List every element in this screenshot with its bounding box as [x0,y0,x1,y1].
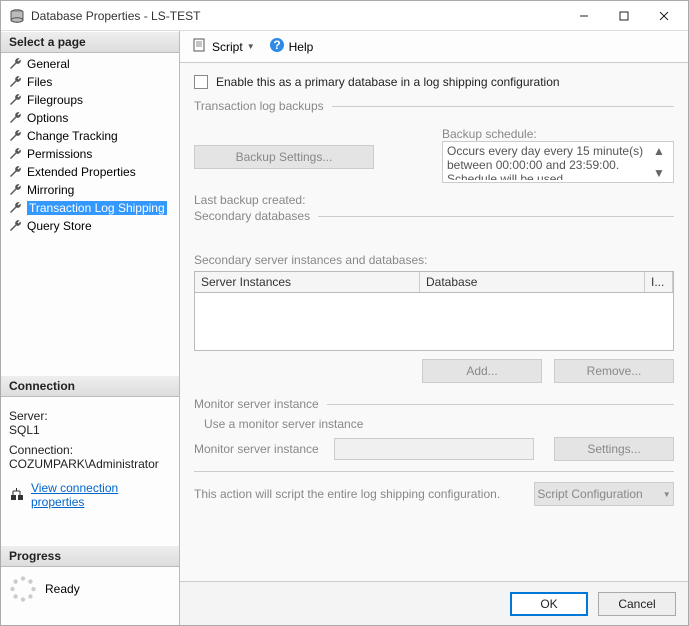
connection-panel: Server: SQL1 Connection: COZUMPARK\Admin… [1,397,179,515]
script-configuration-label: Script Configuration [537,487,642,501]
secondary-grid-header: Server Instances Database I... [194,271,674,293]
wrench-icon [7,92,23,108]
nav-item-label: Query Store [27,219,92,233]
nav-item-label: Options [27,111,68,125]
help-icon: ? [269,37,285,56]
nav-item-label: Filegroups [27,93,83,107]
script-note: This action will script the entire log s… [194,487,524,501]
progress-value: Ready [45,582,80,596]
scroll-down-icon[interactable]: ▼ [653,166,669,180]
nav-item-change-tracking[interactable]: Change Tracking [1,127,179,145]
backup-settings-button[interactable]: Backup Settings... [194,145,374,169]
script-label: Script [212,40,243,54]
help-label: Help [289,40,314,54]
connection-value: COZUMPARK\Administrator [9,457,171,471]
window-title: Database Properties - LS-TEST [31,9,564,23]
script-configuration-button[interactable]: Script Configuration ▼ [534,482,674,506]
script-button[interactable]: Script ▼ [188,35,259,58]
close-button[interactable] [644,2,684,30]
nav-item-permissions[interactable]: Permissions [1,145,179,163]
nav-item-label: Permissions [27,147,92,161]
maximize-button[interactable] [604,2,644,30]
wrench-icon [7,146,23,162]
nav-item-general[interactable]: General [1,55,179,73]
dialog-footer: OK Cancel [180,581,688,625]
connection-header: Connection [1,375,179,397]
nav-item-mirroring[interactable]: Mirroring [1,181,179,199]
col-database[interactable]: Database [420,272,645,292]
nav-item-files[interactable]: Files [1,73,179,91]
chevron-down-icon: ▼ [663,490,671,499]
dialog-window: Database Properties - LS-TEST Select a p… [0,0,689,626]
script-icon [192,37,208,56]
progress-panel: Ready [1,567,179,611]
settings-button[interactable]: Settings... [554,437,674,461]
server-value: SQL1 [9,423,171,437]
wrench-icon [7,200,23,216]
nav-item-label: General [27,57,70,71]
wrench-icon [7,74,23,90]
chevron-down-icon: ▼ [247,42,255,51]
ok-button[interactable]: OK [510,592,588,616]
left-panel: Select a page General Files Filegroups Opti… [1,31,180,625]
svg-text:?: ? [273,38,280,52]
col-server-instances[interactable]: Server Instances [195,272,420,292]
content-area: Enable this as a primary database in a l… [180,63,688,581]
nav-item-label: Extended Properties [27,165,136,179]
monitor-instance-input[interactable] [334,438,534,460]
secondary-db-header: Secondary databases [194,209,310,223]
connection-label: Connection: [9,443,171,457]
secondary-grid-body[interactable] [194,293,674,351]
wrench-icon [7,164,23,180]
enable-primary-label: Enable this as a primary database in a l… [216,75,560,89]
use-monitor-label: Use a monitor server instance [204,417,363,431]
tlog-backups-header: Transaction log backups [194,99,324,113]
wrench-icon [7,110,23,126]
monitor-header: Monitor server instance [194,397,319,411]
nav-item-filegroups[interactable]: Filegroups [1,91,179,109]
database-icon [9,8,25,24]
cancel-button[interactable]: Cancel [598,592,676,616]
scroll-up-icon[interactable]: ▲ [653,144,669,158]
select-page-header: Select a page [1,31,179,53]
enable-primary-checkbox[interactable] [194,75,208,89]
nav-item-extended-properties[interactable]: Extended Properties [1,163,179,181]
wrench-icon [7,56,23,72]
progress-header: Progress [1,545,179,567]
backup-schedule-box: Occurs every day every 15 minute(s) betw… [442,141,674,183]
right-panel: Script ▼ ? Help Enable this as a primary… [180,31,688,625]
secondary-instances-label: Secondary server instances and databases… [194,253,674,267]
remove-button[interactable]: Remove... [554,359,674,383]
wrench-icon [7,128,23,144]
minimize-button[interactable] [564,2,604,30]
nav-item-label: Mirroring [27,183,74,197]
progress-spinner-icon [9,575,37,603]
toolbar: Script ▼ ? Help [180,31,688,63]
nav-item-label: Files [27,75,52,89]
monitor-instance-label: Monitor server instance [194,442,324,456]
server-label: Server: [9,409,171,423]
backup-schedule-text: Occurs every day every 15 minute(s) betw… [447,144,653,180]
nav-item-options[interactable]: Options [1,109,179,127]
add-button[interactable]: Add... [422,359,542,383]
col-extra[interactable]: I... [645,272,673,292]
view-connection-properties-link[interactable]: View connection properties [31,481,171,509]
connection-icon [9,486,25,505]
wrench-icon [7,218,23,234]
last-backup-label: Last backup created: [194,193,674,207]
nav-item-label: Transaction Log Shipping [27,201,167,215]
backup-schedule-label: Backup schedule: [442,127,674,141]
help-button[interactable]: ? Help [265,35,318,58]
titlebar: Database Properties - LS-TEST [1,1,688,31]
nav-item-transaction-log-shipping[interactable]: Transaction Log Shipping [1,199,179,217]
page-nav-list: General Files Filegroups Options Change Trac… [1,53,179,237]
wrench-icon [7,182,23,198]
nav-item-label: Change Tracking [27,129,118,143]
nav-item-query-store[interactable]: Query Store [1,217,179,235]
